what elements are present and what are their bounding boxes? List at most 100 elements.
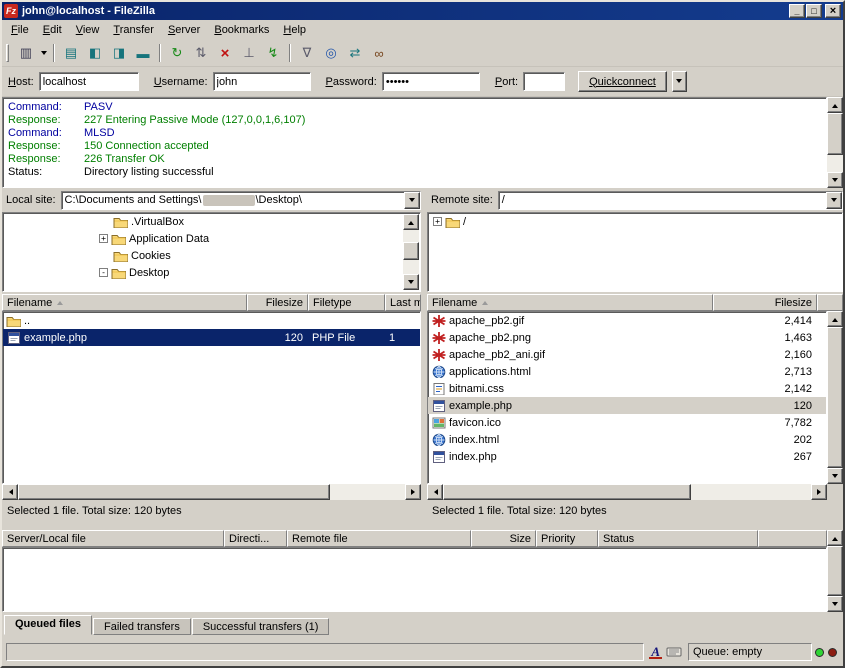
menu-file[interactable]: File xyxy=(4,21,36,39)
file-row[interactable]: apache_pb2.gif 2,414 xyxy=(428,312,826,329)
port-input[interactable] xyxy=(523,72,565,91)
scroll-up-button[interactable] xyxy=(827,311,843,327)
remote-list-hscrollbar[interactable] xyxy=(427,484,827,500)
refresh-button[interactable]: ↻ xyxy=(165,42,189,64)
tab-successful-transfers[interactable]: Successful transfers (1) xyxy=(192,618,330,635)
column-header-remote-file[interactable]: Remote file xyxy=(287,530,471,547)
scroll-thumb[interactable] xyxy=(827,113,843,155)
maximize-button[interactable]: □ xyxy=(806,4,822,18)
column-header-filesize[interactable]: Filesize xyxy=(713,294,817,311)
file-row-selected[interactable]: example.php 120 PHP File 1 xyxy=(3,329,420,346)
scroll-up-button[interactable] xyxy=(827,97,843,113)
tree-item[interactable]: - Desktop xyxy=(3,264,420,281)
scroll-up-button[interactable] xyxy=(827,530,843,546)
transfer-queue-list[interactable] xyxy=(2,547,827,612)
column-header-filetype[interactable]: Filetype xyxy=(308,294,385,311)
cancel-button[interactable]: × xyxy=(213,42,237,64)
scroll-left-button[interactable] xyxy=(427,484,443,500)
quickconnect-button[interactable]: Quickconnect xyxy=(578,71,667,92)
tab-failed-transfers[interactable]: Failed transfers xyxy=(93,618,191,635)
file-row-selected[interactable]: example.php 120 xyxy=(428,397,826,414)
column-header-modified[interactable]: Last modified xyxy=(385,294,421,311)
menu-bookmarks[interactable]: Bookmarks xyxy=(207,21,276,39)
remote-site-combobox[interactable]: / xyxy=(498,191,843,210)
remote-directory-tree[interactable]: + / xyxy=(427,212,843,292)
tab-queued-files[interactable]: Queued files xyxy=(4,615,92,635)
file-row[interactable]: favicon.ico 7,782 xyxy=(428,414,826,431)
scroll-thumb[interactable] xyxy=(827,327,843,468)
scroll-thumb[interactable] xyxy=(827,546,843,596)
scroll-thumb[interactable] xyxy=(443,484,691,500)
tree-item[interactable]: + Application Data xyxy=(3,230,420,247)
local-site-combobox[interactable]: C:\Documents and Settings\\Desktop\ xyxy=(61,191,421,210)
column-header-status[interactable]: Status xyxy=(598,530,758,547)
file-row[interactable]: apache_pb2_ani.gif 2,160 xyxy=(428,346,826,363)
combo-dropdown-button[interactable] xyxy=(404,192,420,209)
scroll-down-button[interactable] xyxy=(827,596,843,612)
menu-edit[interactable]: Edit xyxy=(36,21,69,39)
file-row[interactable]: bitnami.css 2,142 xyxy=(428,380,826,397)
speed-limits-icon[interactable] xyxy=(665,645,683,659)
quickconnect-dropdown[interactable] xyxy=(672,71,687,92)
file-row[interactable]: index.html 202 xyxy=(428,431,826,448)
menu-view[interactable]: View xyxy=(69,21,107,39)
column-header-filesize[interactable]: Filesize xyxy=(247,294,308,311)
scroll-down-button[interactable] xyxy=(827,172,843,188)
host-input[interactable] xyxy=(39,72,139,91)
toolbar-grip[interactable] xyxy=(6,44,9,62)
menu-server[interactable]: Server xyxy=(161,21,207,39)
username-input[interactable] xyxy=(213,72,311,91)
scroll-left-button[interactable] xyxy=(2,484,18,500)
titlebar[interactable]: Fz john@localhost - FileZilla _ □ × xyxy=(2,2,843,20)
combo-dropdown-button[interactable] xyxy=(826,192,842,209)
close-button[interactable]: × xyxy=(825,4,841,18)
tree-item[interactable]: Cookies xyxy=(3,247,420,264)
find-files-button[interactable]: ∞ xyxy=(367,42,391,64)
column-header-size[interactable]: Size xyxy=(471,530,536,547)
scroll-down-button[interactable] xyxy=(827,468,843,484)
scroll-thumb[interactable] xyxy=(18,484,330,500)
password-input[interactable] xyxy=(382,72,480,91)
queue-scrollbar[interactable] xyxy=(827,530,843,612)
local-file-list[interactable]: .. example.php 120 PHP File 1 xyxy=(2,311,421,484)
filter-button[interactable]: ∇ xyxy=(295,42,319,64)
menu-transfer[interactable]: Transfer xyxy=(106,21,161,39)
toggle-queue-button[interactable]: ▬ xyxy=(131,42,155,64)
column-header-filename[interactable]: Filename xyxy=(427,294,713,311)
file-row[interactable]: apache_pb2.png 1,463 xyxy=(428,329,826,346)
menu-help[interactable]: Help xyxy=(276,21,313,39)
column-header-priority[interactable]: Priority xyxy=(536,530,598,547)
scroll-down-button[interactable] xyxy=(403,274,419,290)
file-row[interactable]: .. xyxy=(3,312,420,329)
scroll-thumb[interactable] xyxy=(403,242,419,260)
directory-comparison-button[interactable]: ◎ xyxy=(319,42,343,64)
disconnect-button[interactable]: ⊥ xyxy=(237,42,261,64)
site-manager-dropdown[interactable] xyxy=(38,42,49,64)
tree-expander[interactable]: + xyxy=(433,217,442,226)
transfer-type-icon[interactable]: A xyxy=(649,646,662,659)
file-row[interactable]: index.php 267 xyxy=(428,448,826,465)
toggle-local-tree-button[interactable]: ◧ xyxy=(83,42,107,64)
reconnect-button[interactable]: ↯ xyxy=(261,42,285,64)
log-scrollbar[interactable] xyxy=(827,97,843,188)
scroll-right-button[interactable] xyxy=(405,484,421,500)
minimize-button[interactable]: _ xyxy=(789,4,805,18)
tree-expander[interactable]: + xyxy=(99,234,108,243)
tree-item[interactable]: .VirtualBox xyxy=(3,213,420,230)
toggle-message-log-button[interactable]: ▤ xyxy=(59,42,83,64)
scroll-up-button[interactable] xyxy=(403,214,419,230)
synchronized-browsing-button[interactable]: ⇄ xyxy=(343,42,367,64)
tree-item-root[interactable]: + / xyxy=(428,213,842,230)
column-header-server-local-file[interactable]: Server/Local file xyxy=(2,530,224,547)
tree-scrollbar[interactable] xyxy=(403,214,419,290)
message-log[interactable]: Command:PASV Response:227 Entering Passi… xyxy=(2,97,827,188)
toggle-remote-tree-button[interactable]: ◨ xyxy=(107,42,131,64)
scroll-right-button[interactable] xyxy=(811,484,827,500)
column-header-filename[interactable]: Filename xyxy=(2,294,247,311)
remote-file-list[interactable]: apache_pb2.gif 2,414 apache_pb2.png 1,46… xyxy=(427,311,827,484)
local-directory-tree[interactable]: .VirtualBox + Application Data Cookies -… xyxy=(2,212,421,292)
column-header-direction[interactable]: Directi... xyxy=(224,530,287,547)
site-manager-button[interactable]: ▥ xyxy=(14,42,38,64)
local-list-hscrollbar[interactable] xyxy=(2,484,421,500)
file-row[interactable]: applications.html 2,713 xyxy=(428,363,826,380)
